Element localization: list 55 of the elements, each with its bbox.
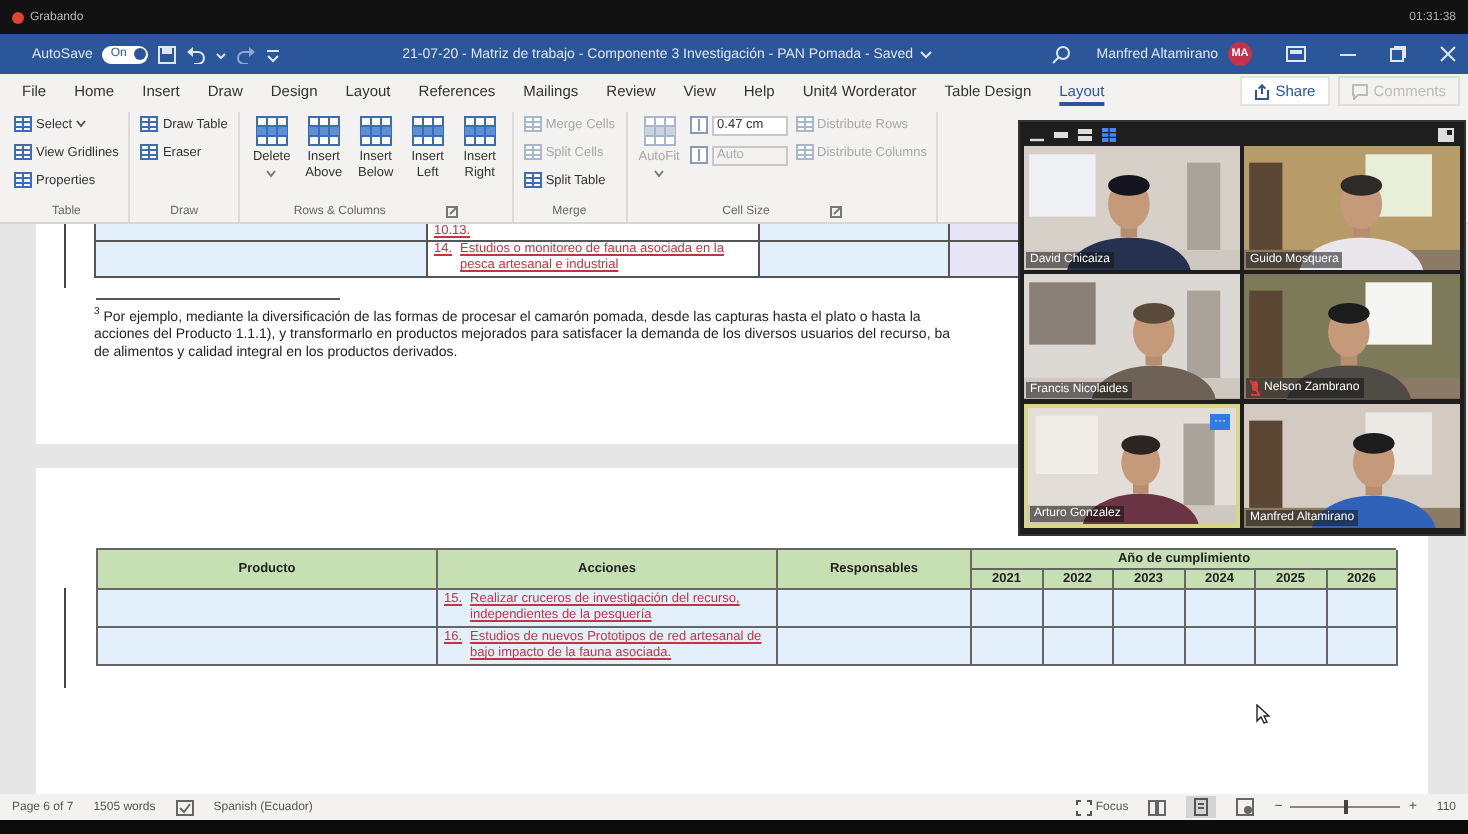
- table-cell: [1114, 628, 1185, 666]
- page-icon: [1194, 798, 1209, 816]
- table-cell: [972, 628, 1043, 666]
- pointer-icon: [1256, 704, 1270, 724]
- redo-icon[interactable]: [236, 45, 257, 63]
- launcher-icon[interactable]: [829, 206, 842, 218]
- table-icon: [140, 116, 159, 132]
- table-cell: [1043, 590, 1114, 628]
- layout-icon[interactable]: [1438, 127, 1454, 142]
- table-icon: [523, 172, 542, 188]
- maximize-icon[interactable]: [1390, 46, 1406, 62]
- table-icon: [14, 144, 32, 160]
- read-mode-icon[interactable]: [1148, 799, 1167, 815]
- table-icon: [463, 116, 496, 146]
- table-icon: [795, 144, 814, 160]
- comment-icon: [1351, 83, 1368, 99]
- table-cell: [1043, 628, 1114, 666]
- table-icon: [14, 116, 32, 132]
- search-icon[interactable]: [1052, 45, 1071, 63]
- launcher-icon[interactable]: [445, 206, 458, 218]
- table-cell: [1327, 628, 1398, 666]
- table-icon: [307, 116, 340, 146]
- row-height-icon: [689, 116, 708, 134]
- zoom-slider-thumb[interactable]: [1343, 800, 1348, 814]
- undo-icon[interactable]: [186, 45, 207, 63]
- caret-icon[interactable]: [919, 46, 932, 62]
- ribbon-display-icon[interactable]: [1286, 46, 1306, 62]
- customize-icon[interactable]: [266, 45, 281, 63]
- focus-icon: [1075, 799, 1092, 815]
- web-layout-icon[interactable]: [1236, 798, 1255, 816]
- table-cell: [1256, 590, 1327, 628]
- table-icon: [255, 116, 288, 146]
- table-icon: [795, 116, 814, 132]
- table-cell: [972, 590, 1043, 628]
- share-icon: [1253, 83, 1270, 99]
- table-cell: [1114, 590, 1185, 628]
- proofing-icon[interactable]: [175, 799, 194, 815]
- table-cell: [1185, 628, 1256, 666]
- table-cell: [1256, 628, 1327, 666]
- save-icon[interactable]: [158, 45, 177, 63]
- table-icon: [523, 144, 542, 160]
- close-icon[interactable]: [1440, 46, 1456, 62]
- table-icon: [523, 116, 542, 132]
- table-cell: [1327, 590, 1398, 628]
- table-icon: [359, 116, 392, 146]
- print-layout-button[interactable]: [1186, 796, 1217, 818]
- table-icon: [411, 116, 444, 146]
- gallery-view-icon[interactable]: [1102, 127, 1116, 142]
- table-icon: [14, 172, 32, 188]
- table-cell: [1185, 590, 1256, 628]
- table-icon: [643, 116, 676, 146]
- row-height-icon: [689, 146, 708, 164]
- table-icon: [140, 144, 159, 160]
- record-icon: [12, 11, 24, 23]
- list-view-icon[interactable]: [1078, 127, 1092, 142]
